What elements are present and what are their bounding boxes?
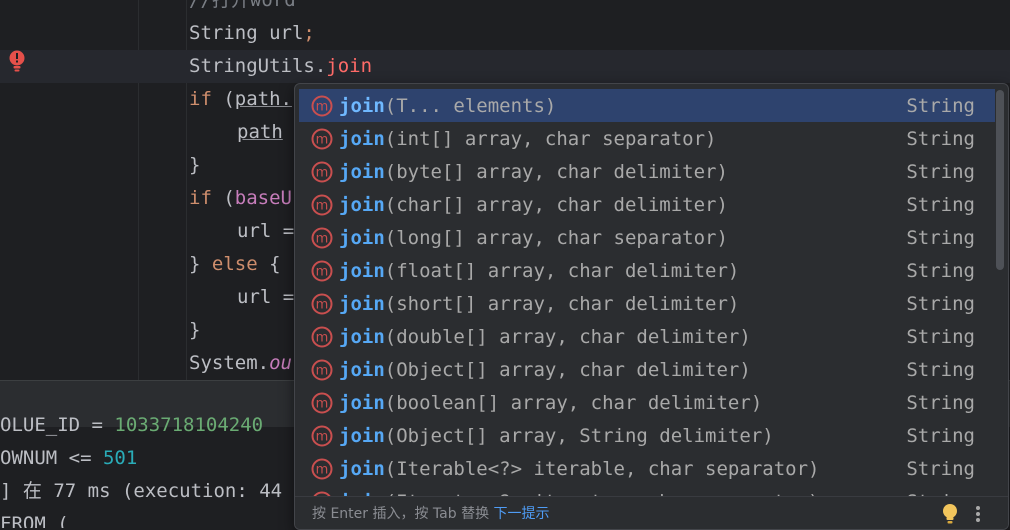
autocomplete-item[interactable]: m join (float[] array, char delimiter) Stri… bbox=[299, 254, 995, 287]
autocomplete-item[interactable]: m join (char[] array, char delimiter) Strin… bbox=[299, 188, 995, 221]
console-line: OWNUM <= 501 bbox=[0, 447, 138, 469]
svg-text:m: m bbox=[316, 330, 329, 345]
method-icon: m bbox=[311, 359, 333, 380]
method-params: (double[] array, char delimiter) bbox=[384, 325, 751, 348]
method-name: join bbox=[339, 226, 385, 249]
return-type: String bbox=[906, 292, 975, 315]
code-line: String url; bbox=[189, 22, 315, 44]
method-params: (long[] array, char separator) bbox=[384, 226, 728, 249]
method-name: join bbox=[339, 160, 385, 183]
method-name: join bbox=[339, 457, 385, 480]
autocomplete-item[interactable]: m join (Object[] array, String delimiter) S… bbox=[299, 419, 995, 452]
svg-text:m: m bbox=[316, 99, 329, 114]
method-params: (Object[] array, String delimiter) bbox=[384, 424, 774, 447]
autocomplete-item[interactable]: m join (T... elements) String bbox=[299, 89, 995, 122]
method-icon: m bbox=[311, 293, 333, 314]
autocomplete-popup[interactable]: m join (T... elements) String m join (int[] ar… bbox=[294, 83, 1009, 530]
svg-text:m: m bbox=[316, 462, 329, 477]
method-icon: m bbox=[311, 326, 333, 347]
svg-text:m: m bbox=[316, 198, 329, 213]
return-type: String bbox=[906, 193, 975, 216]
svg-text:m: m bbox=[316, 297, 329, 312]
more-options-icon[interactable] bbox=[975, 505, 981, 523]
method-icon: m bbox=[311, 392, 333, 413]
method-name: join bbox=[339, 325, 385, 348]
method-params: (Iterable<?> iterable, char separator) bbox=[384, 457, 820, 480]
console-line: ] 在 77 ms (execution: 44 bbox=[0, 480, 283, 502]
popup-scrollbar[interactable] bbox=[996, 90, 1004, 270]
method-params: (int[] array, char separator) bbox=[384, 127, 717, 150]
svg-text:m: m bbox=[316, 264, 329, 279]
method-params: (float[] array, char delimiter) bbox=[384, 259, 740, 282]
method-params: (char[] array, char delimiter) bbox=[384, 193, 728, 216]
method-name: join bbox=[339, 127, 385, 150]
method-icon: m bbox=[311, 161, 333, 182]
method-icon: m bbox=[311, 95, 333, 116]
method-icon: m bbox=[311, 128, 333, 149]
next-hint-link[interactable]: 下一提示 bbox=[494, 506, 550, 522]
svg-text:m: m bbox=[316, 231, 329, 246]
svg-text:m: m bbox=[316, 396, 329, 411]
lightbulb-icon[interactable] bbox=[941, 503, 959, 525]
method-name: join bbox=[339, 193, 385, 216]
autocomplete-item[interactable]: m join (boolean[] array, char delimiter) St… bbox=[299, 386, 995, 419]
autocomplete-item[interactable]: m join (Object[] array, char delimiter) Str… bbox=[299, 353, 995, 386]
return-type: String bbox=[906, 325, 975, 348]
error-bulb-icon[interactable] bbox=[7, 49, 27, 73]
return-type: String bbox=[906, 226, 975, 249]
method-name: join bbox=[339, 259, 385, 282]
method-params: (boolean[] array, char delimiter) bbox=[384, 391, 763, 414]
console-line: OLUE_ID = 1033718104240 bbox=[0, 414, 264, 436]
svg-text:m: m bbox=[316, 429, 329, 444]
autocomplete-item[interactable]: m join (double[] array, char delimiter) Str… bbox=[299, 320, 995, 353]
return-type: String bbox=[906, 259, 975, 282]
code-line: //打开word bbox=[189, 0, 296, 11]
method-name: join bbox=[339, 94, 385, 117]
return-type: String bbox=[906, 457, 975, 480]
method-name: join bbox=[339, 292, 385, 315]
console-line: FROM ( bbox=[0, 513, 69, 528]
svg-text:m: m bbox=[316, 132, 329, 147]
autocomplete-item[interactable]: m join (Iterable<?> iterable, char separat… bbox=[299, 452, 995, 485]
autocomplete-item[interactable]: m join (int[] array, char separator) String bbox=[299, 122, 995, 155]
autocomplete-item[interactable]: m join (short[] array, char delimiter) Stri… bbox=[299, 287, 995, 320]
return-type: String bbox=[906, 358, 975, 381]
method-icon: m bbox=[311, 227, 333, 248]
popup-hint: 按 Enter 插入，按 Tab 替换 下一提示 bbox=[312, 506, 550, 522]
method-params: (Object[] array, char delimiter) bbox=[384, 358, 751, 381]
method-params: (short[] array, char delimiter) bbox=[384, 292, 740, 315]
method-icon: m bbox=[311, 260, 333, 281]
return-type: String bbox=[906, 127, 975, 150]
method-icon: m bbox=[311, 194, 333, 215]
method-params: (T... elements) bbox=[384, 94, 557, 117]
method-name: join bbox=[339, 424, 385, 447]
method-icon: m bbox=[311, 425, 333, 446]
current-code-line: StringUtils.join bbox=[0, 50, 1010, 83]
svg-text:m: m bbox=[316, 363, 329, 378]
method-name: join bbox=[339, 391, 385, 414]
method-params: (byte[] array, char delimiter) bbox=[384, 160, 728, 183]
popup-footer: 按 Enter 插入，按 Tab 替换 下一提示 bbox=[295, 496, 1008, 529]
autocomplete-item[interactable]: m join (byte[] array, char delimiter) Strin… bbox=[299, 155, 995, 188]
return-type: String bbox=[906, 160, 975, 183]
return-type: String bbox=[906, 391, 975, 414]
method-icon: m bbox=[311, 458, 333, 479]
autocomplete-item[interactable]: m join (long[] array, char separator) Strin… bbox=[299, 221, 995, 254]
return-type: String bbox=[906, 424, 975, 447]
method-name: join bbox=[339, 358, 385, 381]
return-type: String bbox=[906, 94, 975, 117]
svg-text:m: m bbox=[316, 165, 329, 180]
